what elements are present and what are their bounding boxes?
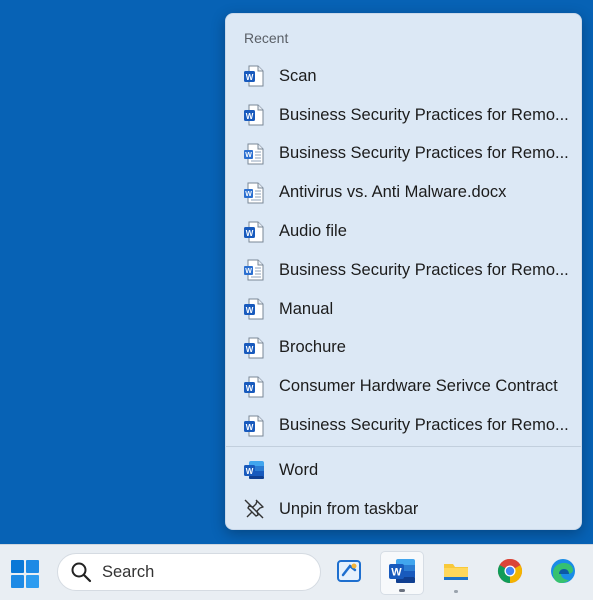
unpin-task-label: Unpin from taskbar (279, 499, 419, 518)
recent-item-label: Consumer Hardware Serivce Contract (279, 377, 558, 396)
start-button[interactable] (8, 557, 42, 591)
svg-text:W: W (246, 306, 254, 315)
recent-item[interactable]: W Consumer Hardware Serivce Contract (226, 367, 581, 406)
task-list: W Word Unpin from taskbar (226, 451, 581, 529)
svg-text:W: W (391, 566, 402, 578)
recent-item[interactable]: W Manual (226, 290, 581, 329)
file-explorer-button[interactable] (434, 551, 478, 595)
recent-item-label: Audio file (279, 222, 347, 241)
recent-item-label: Business Security Practices for Remo... (279, 144, 569, 163)
recent-item[interactable]: W Business Security Practices for Remo..… (226, 406, 581, 445)
recent-item-label: Brochure (279, 338, 346, 357)
svg-text:W: W (245, 191, 252, 198)
recent-list: W Scan W Business Security Practices for… (226, 57, 581, 445)
recent-item-label: Scan (279, 66, 317, 85)
file-explorer-icon (441, 556, 471, 591)
word-doc-plain-icon: W (243, 143, 265, 165)
word-doc-plain-icon: W (243, 182, 265, 204)
word-doc-icon: W (243, 337, 265, 359)
search-label: Search (102, 562, 155, 581)
recent-item-label: Business Security Practices for Remo... (279, 105, 569, 124)
recent-item[interactable]: W Scan (226, 57, 581, 96)
jump-list-divider (226, 446, 581, 447)
recent-item[interactable]: W Antivirus vs. Anti Malware.docx (226, 173, 581, 212)
snipping-tool-button[interactable] (327, 551, 371, 595)
recent-item[interactable]: W Business Security Practices for Remo..… (226, 135, 581, 174)
svg-text:W: W (245, 152, 252, 159)
word-doc-icon: W (243, 415, 265, 437)
recent-item[interactable]: W Business Security Practices for Remo..… (226, 96, 581, 135)
svg-text:W: W (246, 384, 254, 393)
edge-button[interactable] (541, 551, 585, 595)
svg-text:W: W (246, 112, 254, 121)
recent-item-label: Antivirus vs. Anti Malware.docx (279, 183, 507, 202)
open-word-task[interactable]: W Word (226, 451, 581, 490)
word-task-label: Word (279, 460, 319, 479)
svg-text:W: W (246, 467, 254, 476)
svg-text:W: W (245, 269, 252, 276)
word-jump-list: Recent W Scan W Business Security Practi… (225, 13, 582, 530)
word-doc-icon: W (243, 298, 265, 320)
active-app-indicator (399, 589, 405, 592)
svg-text:W: W (246, 423, 254, 432)
taskbar: Search W (0, 544, 593, 600)
chrome-icon (495, 556, 525, 591)
recent-item-label: Manual (279, 299, 334, 318)
word-taskbar-button[interactable]: W (380, 551, 424, 595)
recent-item[interactable]: W Brochure (226, 329, 581, 368)
chrome-button[interactable] (488, 551, 532, 595)
search-icon (70, 561, 92, 583)
edge-icon (548, 556, 578, 591)
recent-item-label: Business Security Practices for Remo... (279, 416, 569, 435)
recent-item[interactable]: W Audio file (226, 212, 581, 251)
word-doc-icon: W (243, 65, 265, 87)
word-doc-icon: W (243, 376, 265, 398)
word-doc-plain-icon: W (243, 259, 265, 281)
svg-text:W: W (246, 345, 254, 354)
word-app-icon: W (387, 556, 417, 591)
svg-text:W: W (246, 229, 254, 238)
word-app-icon: W (243, 459, 265, 481)
recent-item[interactable]: W Business Security Practices for Remo..… (226, 251, 581, 290)
running-app-indicator (454, 590, 458, 593)
unpin-icon (243, 498, 265, 520)
recent-section-label: Recent (244, 30, 289, 46)
taskbar-search-box[interactable]: Search (57, 553, 321, 591)
snipping-tool-icon (334, 556, 364, 591)
svg-text:W: W (246, 73, 254, 82)
unpin-from-taskbar-task[interactable]: Unpin from taskbar (226, 490, 581, 529)
windows-logo-icon (11, 560, 39, 588)
word-doc-icon: W (243, 104, 265, 126)
word-doc-icon: W (243, 221, 265, 243)
recent-item-label: Business Security Practices for Remo... (279, 260, 569, 279)
